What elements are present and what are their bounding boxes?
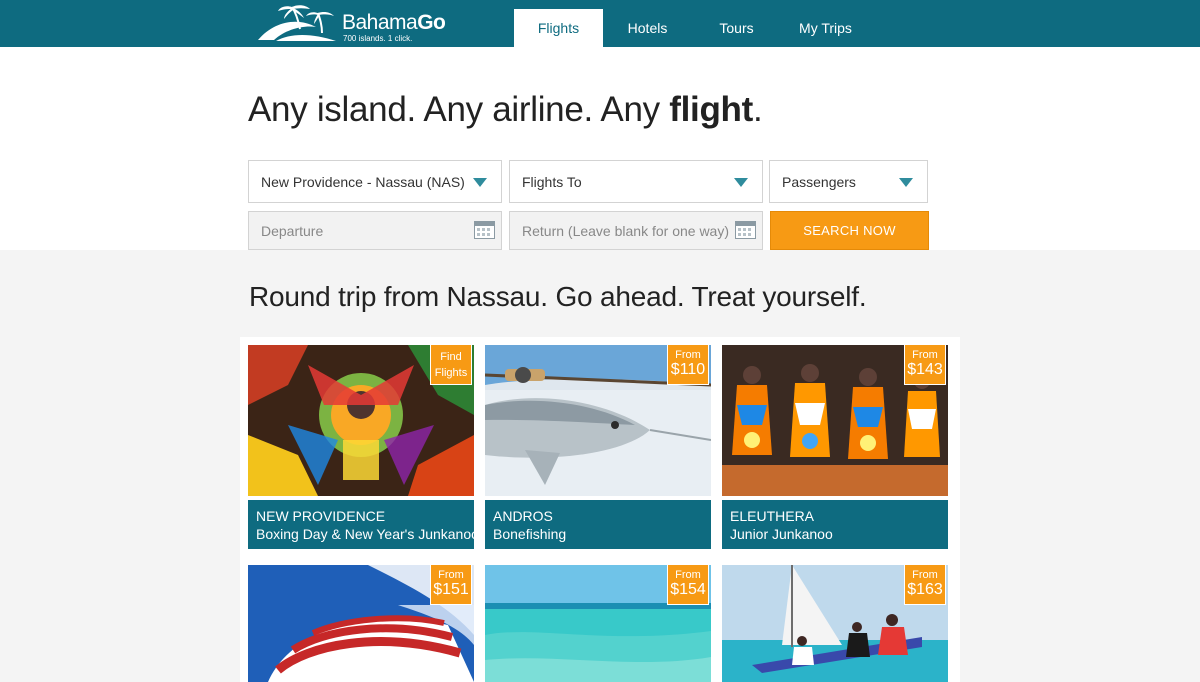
destination-select[interactable]: Flights To <box>509 160 763 203</box>
calendar-icon[interactable] <box>474 221 495 239</box>
origin-select[interactable]: New Providence - Nassau (NAS) <box>248 160 502 203</box>
card-caption: ANDROS Bonefishing <box>485 500 711 549</box>
badge-price: $154 <box>670 581 706 598</box>
price-badge[interactable]: From $143 <box>904 345 946 385</box>
badge-line-2: Flights <box>434 367 468 379</box>
departure-date-input[interactable]: Departure <box>248 211 502 250</box>
badge-line-1: From <box>438 569 464 581</box>
card-event: Bonefishing <box>493 526 567 542</box>
departure-placeholder: Departure <box>261 223 324 239</box>
badge-price: $143 <box>907 361 943 378</box>
card-event: Boxing Day & New Year's Junkanoo <box>256 526 479 542</box>
price-badge[interactable]: From $163 <box>904 565 946 605</box>
price-badge[interactable]: From $154 <box>667 565 709 605</box>
badge-price: $163 <box>907 581 943 598</box>
triangle-down-icon <box>734 178 748 187</box>
card-caption: NEW PROVIDENCE Boxing Day & New Year's J… <box>248 500 479 549</box>
junkanoo-photo: Find Flights <box>248 345 474 496</box>
section-title: Round trip from Nassau. Go ahead. Treat … <box>249 281 867 312</box>
card-destination: ANDROS <box>493 508 553 524</box>
passengers-select[interactable]: Passengers <box>769 160 928 203</box>
find-flights-badge[interactable]: Find Flights <box>430 345 472 385</box>
origin-select-value: New Providence - Nassau (NAS) <box>261 174 465 190</box>
palm-island-logo-icon <box>258 5 336 41</box>
price-badge[interactable]: From $110 <box>667 345 709 385</box>
calendar-icon[interactable] <box>735 221 756 239</box>
destination-select-value: Flights To <box>522 174 582 190</box>
tab-tours[interactable]: Tours <box>692 9 781 47</box>
price-badge[interactable]: From $151 <box>430 565 472 605</box>
bahamago-logo[interactable]: BahamaGo 700 islands. 1 click. <box>256 3 446 45</box>
tab-hotels[interactable]: Hotels <box>603 9 692 47</box>
bonefish-photo: From $110 <box>485 345 711 496</box>
return-date-input[interactable]: Return (Leave blank for one way) <box>509 211 763 250</box>
badge-price: $151 <box>433 581 469 598</box>
passengers-select-value: Passengers <box>782 174 856 190</box>
triangle-down-icon <box>899 178 913 187</box>
lighthouse-photo: From $151 <box>248 565 474 682</box>
hero-title: Any island. Any airline. Any flight. <box>248 90 763 129</box>
badge-price: $110 <box>670 361 706 378</box>
top-navigation-bar: BahamaGo 700 islands. 1 click. Flights H… <box>0 0 1200 47</box>
search-now-button[interactable]: SEARCH NOW <box>770 211 929 250</box>
main-nav: Flights Hotels Tours My Trips <box>514 9 870 47</box>
badge-line-1: From <box>912 569 938 581</box>
junior-junkanoo-photo: From $143 <box>722 345 948 496</box>
triangle-down-icon <box>473 178 487 187</box>
card-event: Junior Junkanoo <box>730 526 833 542</box>
card-destination: ELEUTHERA <box>730 508 815 524</box>
brand-tagline: 700 islands. 1 click. <box>343 34 413 43</box>
badge-line-1: From <box>912 349 938 361</box>
badge-line-1: From <box>675 569 701 581</box>
return-placeholder: Return (Leave blank for one way) <box>522 223 729 239</box>
turquoise-water-photo: From $154 <box>485 565 711 682</box>
badge-line-1: Find <box>440 351 462 363</box>
card-destination: NEW PROVIDENCE <box>256 508 386 524</box>
brand-name: BahamaGo <box>342 11 446 34</box>
badge-line-1: From <box>675 349 701 361</box>
tab-flights[interactable]: Flights <box>514 9 603 47</box>
sailing-photo: From $163 <box>722 565 948 682</box>
card-caption: ELEUTHERA Junior Junkanoo <box>722 500 948 549</box>
tab-my-trips[interactable]: My Trips <box>781 9 870 47</box>
